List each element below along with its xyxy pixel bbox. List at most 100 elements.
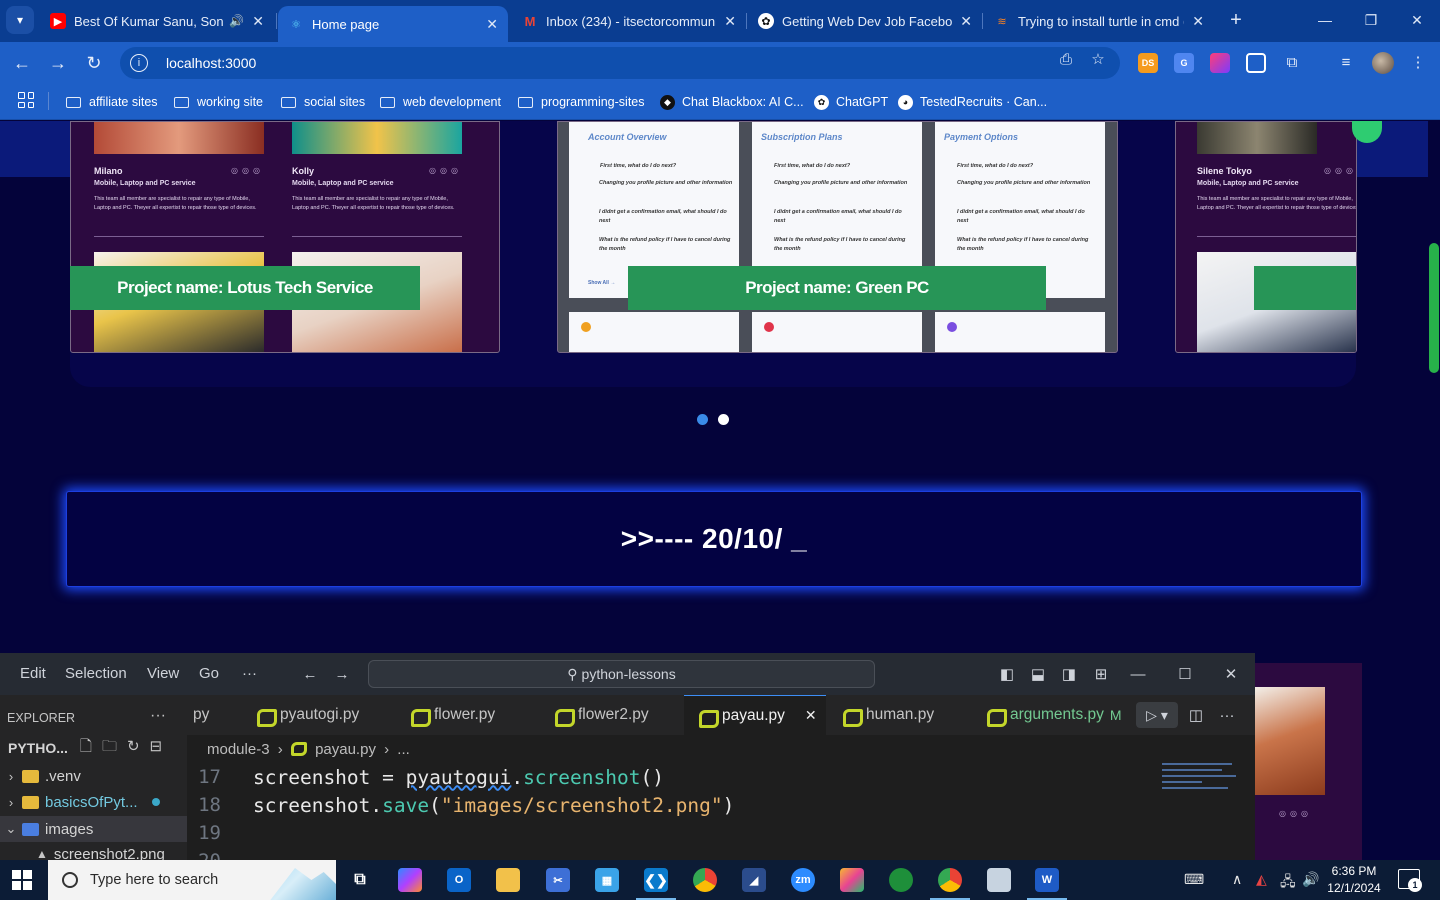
minimize-window-button[interactable]: —	[1310, 8, 1340, 32]
new-tab-button[interactable]: +	[1224, 8, 1248, 32]
control-panel-icon[interactable]: ▦	[595, 868, 619, 892]
close-window-button[interactable]: ✕	[1402, 8, 1432, 32]
carousel-dot[interactable]	[697, 414, 708, 425]
close-tab-icon[interactable]: ✕	[486, 16, 498, 33]
snipping-tool-icon[interactable]: ✂	[546, 868, 570, 892]
project-slide-right[interactable]: Silene Tokyo ◎◎◎ Mobile, Laptop and PC s…	[1175, 121, 1357, 353]
tree-folder-images[interactable]: ⌄ images	[0, 816, 187, 842]
antivirus-icon[interactable]: ◭	[1256, 871, 1267, 888]
forward-button[interactable]: →	[46, 51, 70, 75]
network-icon[interactable]: 🖧	[1280, 871, 1296, 895]
editor-tab-active[interactable]: payau.py ✕	[684, 695, 826, 735]
weather-icon[interactable]	[987, 868, 1011, 892]
bookmark-folder-programming[interactable]: programming-sites	[518, 92, 645, 112]
code-editor[interactable]: module-3 › payau.py › ... 17 screenshot =…	[187, 735, 1255, 860]
windows-start-button[interactable]	[12, 870, 32, 890]
show-all-link[interactable]: Show All →	[588, 280, 615, 286]
site-info-icon[interactable]: i	[130, 54, 148, 72]
restore-window-button[interactable]: ❐	[1356, 8, 1386, 32]
system-clock[interactable]: 6:36 PM 12/1/2024	[1322, 863, 1386, 897]
chrome-icon[interactable]	[693, 868, 717, 892]
keyboard-icon[interactable]: ⌨	[1184, 871, 1204, 888]
run-python-button[interactable]: ▷ ▾	[1136, 702, 1178, 728]
extension-ribbon-icon[interactable]	[1210, 53, 1230, 73]
address-bar[interactable]: i localhost:3000	[120, 47, 1120, 79]
tree-folder-basics[interactable]: › basicsOfPyt...	[0, 789, 187, 815]
back-button[interactable]: ←	[10, 51, 34, 75]
close-tab-icon[interactable]: ✕	[960, 13, 972, 30]
editor-tab-modified[interactable]: arguments.py M	[986, 695, 1122, 735]
word-icon[interactable]: W	[1035, 868, 1059, 892]
screen-capture-icon[interactable]	[1246, 53, 1266, 73]
menu-go[interactable]: Go	[199, 665, 219, 682]
address-url[interactable]: localhost:3000	[166, 55, 256, 71]
wireshark-icon[interactable]: ◢	[742, 868, 766, 892]
bookmark-folder-affiliate[interactable]: affiliate sites	[66, 92, 158, 112]
close-tab-icon[interactable]: ✕	[805, 707, 817, 724]
close-tab-icon[interactable]: ✕	[252, 13, 264, 30]
project-slide-greenpc[interactable]: Account Overview First time, what do I d…	[557, 121, 1118, 353]
tab-search-button[interactable]: ▾	[6, 6, 34, 34]
split-editor-icon[interactable]: ◫	[1186, 705, 1206, 725]
profile-avatar[interactable]	[1372, 52, 1394, 74]
task-view-icon[interactable]: ⧉	[348, 868, 372, 892]
more-menu-icon[interactable]: ⋮	[1408, 52, 1428, 72]
chrome-profile-icon[interactable]	[938, 868, 962, 892]
scrollbar-thumb[interactable]	[1429, 243, 1439, 373]
toggle-panel-icon[interactable]: ⬓	[1028, 664, 1048, 684]
outlook-icon[interactable]: O	[447, 868, 471, 892]
editor-tab[interactable]: flower2.py	[554, 695, 649, 735]
install-app-icon[interactable]: ⎙	[1056, 49, 1076, 69]
social-icons[interactable]: ◎◎◎	[231, 166, 264, 175]
menu-selection[interactable]: Selection	[65, 665, 127, 682]
vscode-icon[interactable]: ❮❯	[644, 868, 668, 892]
carousel-dot[interactable]	[718, 414, 729, 425]
minimize-icon[interactable]: —	[1128, 664, 1148, 684]
close-tab-icon[interactable]: ✕	[724, 13, 736, 30]
extensions-puzzle-icon[interactable]: ⧉	[1282, 52, 1302, 72]
social-icons[interactable]: ◎◎◎	[429, 166, 462, 175]
maximize-icon[interactable]: ☐	[1175, 664, 1195, 684]
close-tab-icon[interactable]: ✕	[1192, 13, 1204, 30]
editor-tab[interactable]: human.py	[842, 695, 934, 735]
tree-file-screenshot[interactable]: ▲ screenshot2.png	[0, 841, 187, 861]
browser-tab-chatgpt[interactable]: ✿ Getting Web Dev Job Facebook ✕	[748, 6, 982, 36]
browser-tab-home[interactable]: ⚛ Home page ✕	[278, 6, 508, 42]
editor-tab[interactable]: pyautogi.py	[256, 695, 359, 735]
browser-tab-youtube[interactable]: ▶ Best Of Kumar Sanu, Sonu N 🔊 ✕	[40, 6, 274, 36]
file-explorer-icon[interactable]	[496, 868, 520, 892]
bookmark-folder-webdev[interactable]: web development	[380, 92, 501, 112]
bookmark-testedrecruits[interactable]: ◕ TestedRecruits · Can...	[898, 92, 1047, 112]
winrar-icon[interactable]	[840, 868, 864, 892]
explorer-project-header[interactable]: PYTHO... 🗋🗀↻⊟	[0, 735, 187, 761]
copilot-icon[interactable]	[398, 868, 422, 892]
explorer-actions[interactable]: 🗋🗀↻⊟	[80, 736, 172, 761]
code-line[interactable]: 20	[187, 847, 1187, 860]
browser-tab-gmail[interactable]: M Inbox (234) - itsectorcommunic ✕	[512, 6, 746, 36]
minimap[interactable]	[1162, 763, 1240, 803]
bookmark-star-icon[interactable]: ☆	[1088, 49, 1108, 69]
editor-tab[interactable]: flower.py	[410, 695, 495, 735]
zoom-icon[interactable]: zm	[791, 868, 815, 892]
media-controls-icon[interactable]: ≡	[1336, 52, 1356, 72]
browser-tab-stackoverflow[interactable]: ≋ Trying to install turtle in cmd (p ✕	[984, 6, 1214, 36]
project-slide-lotus[interactable]: Milano ◎◎◎ Mobile, Laptop and PC service…	[70, 121, 500, 353]
volume-icon[interactable]: 🔊	[1302, 871, 1319, 888]
extension-ds-icon[interactable]: DS	[1138, 53, 1158, 73]
bookmark-chatgpt[interactable]: ✿ ChatGPT	[814, 92, 888, 112]
code-line[interactable]: 19	[187, 819, 1187, 847]
menu-view[interactable]: View	[147, 665, 179, 682]
arrow-left-icon[interactable]: ←	[300, 664, 320, 684]
reload-button[interactable]: ↻	[82, 51, 106, 75]
menu-edit[interactable]: Edit	[20, 665, 46, 682]
translate-extension-icon[interactable]: G	[1174, 53, 1194, 73]
editor-tab[interactable]: py	[189, 695, 213, 735]
explorer-more-icon[interactable]: ···	[150, 707, 166, 725]
menu-more[interactable]: ···	[242, 665, 257, 682]
bookmark-folder-working[interactable]: working site	[174, 92, 263, 112]
taskbar-search-box[interactable]: Type here to search	[48, 860, 336, 900]
more-actions-icon[interactable]: ···	[1217, 705, 1237, 725]
toggle-sidebar-icon[interactable]: ◧	[997, 664, 1017, 684]
toggle-secondary-sidebar-icon[interactable]: ◨	[1059, 664, 1079, 684]
apps-grid-icon[interactable]	[18, 92, 34, 108]
